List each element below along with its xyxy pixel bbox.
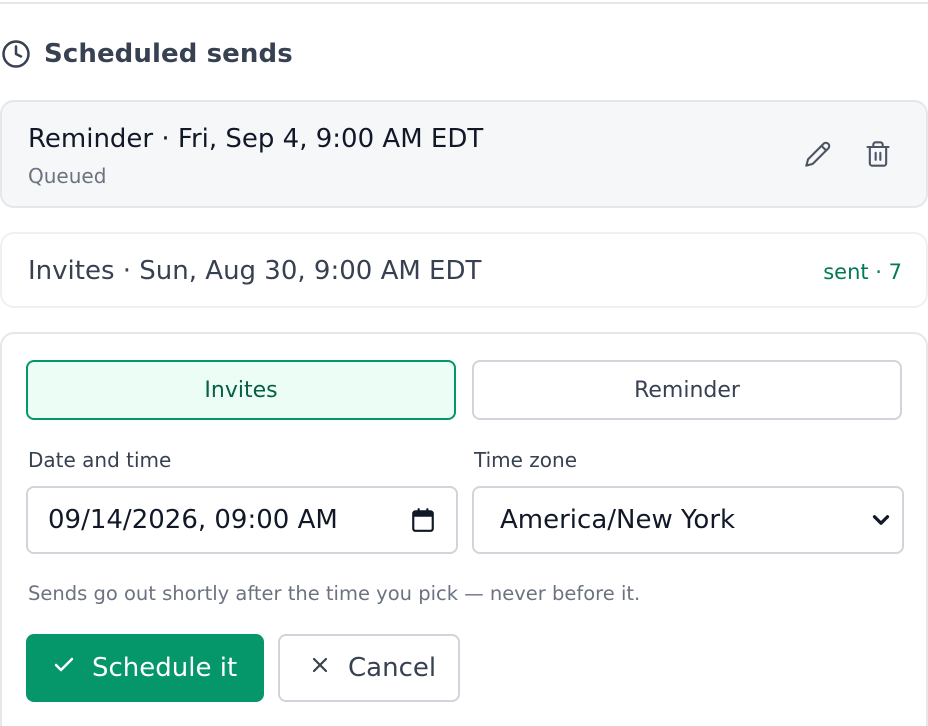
scheduled-item-title: Reminder · Fri, Sep 4, 9:00 AM EDT — [28, 124, 484, 154]
section-title: Scheduled sends — [44, 39, 293, 69]
x-icon — [308, 653, 332, 684]
schedule-button[interactable]: Schedule it — [26, 634, 264, 702]
scheduled-item-queued: Reminder · Fri, Sep 4, 9:00 AM EDT Queue… — [0, 100, 928, 208]
hint-text: Sends go out shortly after the time you … — [28, 582, 641, 605]
pencil-icon — [804, 140, 832, 172]
schedule-form: Invites Reminder Date and time Time zone… — [0, 332, 928, 726]
check-icon — [52, 653, 76, 684]
section-header: Scheduled sends — [0, 38, 293, 70]
delete-button[interactable] — [858, 136, 898, 176]
date-time-label: Date and time — [28, 448, 172, 472]
time-zone-value: America/New York — [500, 505, 736, 535]
time-zone-select[interactable]: America/New York — [472, 486, 904, 554]
clock-icon — [0, 38, 32, 70]
type-option-invites[interactable]: Invites — [26, 360, 456, 420]
calendar-icon[interactable] — [410, 507, 436, 533]
top-divider — [0, 0, 928, 4]
date-time-value: 09/14/2026, 09:00 AM — [48, 505, 338, 535]
cancel-button[interactable]: Cancel — [278, 634, 460, 702]
sent-count: sent · 7 — [823, 260, 902, 284]
date-time-input[interactable]: 09/14/2026, 09:00 AM — [26, 486, 458, 554]
type-option-reminder[interactable]: Reminder — [472, 360, 902, 420]
trash-icon — [864, 140, 892, 172]
time-zone-label: Time zone — [474, 448, 578, 472]
scheduled-item-title: Invites · Sun, Aug 30, 9:00 AM EDT — [28, 256, 482, 286]
scheduled-item-sent: Invites · Sun, Aug 30, 9:00 AM EDT sent … — [0, 232, 928, 308]
schedule-button-label: Schedule it — [92, 653, 238, 683]
cancel-button-label: Cancel — [348, 653, 437, 683]
chevron-down-icon — [868, 507, 894, 533]
edit-button[interactable] — [798, 136, 838, 176]
scheduled-item-status: Queued — [28, 164, 107, 188]
